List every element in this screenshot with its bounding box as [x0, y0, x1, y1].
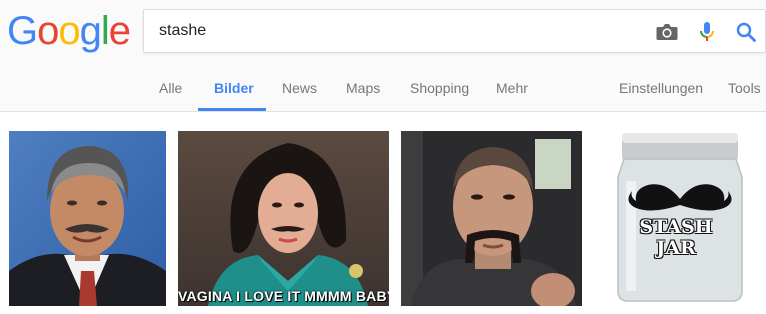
- image-result[interactable]: STASH JAR: [596, 131, 756, 306]
- logo-letter: g: [79, 9, 102, 53]
- tab-more[interactable]: Mehr: [496, 62, 528, 112]
- camera-icon[interactable]: [654, 19, 680, 45]
- image-result[interactable]: VAGINA I LOVE IT MMMM BABY: [178, 131, 389, 306]
- microphone-icon[interactable]: [694, 19, 720, 45]
- logo-letter: o: [58, 9, 80, 53]
- jar-label-line2: JAR: [656, 237, 696, 259]
- jar-label-line1: STASH: [639, 216, 713, 238]
- tab-shopping[interactable]: Shopping: [410, 62, 469, 112]
- top-bar: G o o g l e stashe Alle Bilder News Maps…: [0, 0, 766, 112]
- tab-news[interactable]: News: [282, 62, 317, 112]
- active-tab-indicator: [198, 108, 266, 111]
- logo-letter: l: [100, 9, 110, 53]
- meme-caption: VAGINA I LOVE IT MMMM BABY: [178, 288, 389, 304]
- search-tabs: Alle Bilder News Maps Shopping Mehr Eins…: [0, 62, 766, 112]
- settings-link[interactable]: Einstellungen: [619, 62, 703, 112]
- search-input[interactable]: [144, 10, 634, 52]
- logo-letter: G: [7, 9, 38, 53]
- tools-link[interactable]: Tools: [728, 62, 761, 112]
- image-results: VAGINA I LOVE IT MMMM BABY STASH JAR: [0, 131, 766, 306]
- logo-letter: e: [108, 9, 131, 53]
- search-box: [143, 9, 766, 53]
- google-logo[interactable]: G o o g l e: [7, 9, 131, 55]
- tab-images[interactable]: Bilder: [214, 62, 254, 112]
- image-result[interactable]: [401, 131, 582, 306]
- search-icon[interactable]: [733, 19, 759, 45]
- tab-maps[interactable]: Maps: [346, 62, 380, 112]
- tab-all[interactable]: Alle: [159, 62, 182, 112]
- logo-letter: o: [37, 9, 59, 53]
- image-result[interactable]: [9, 131, 166, 306]
